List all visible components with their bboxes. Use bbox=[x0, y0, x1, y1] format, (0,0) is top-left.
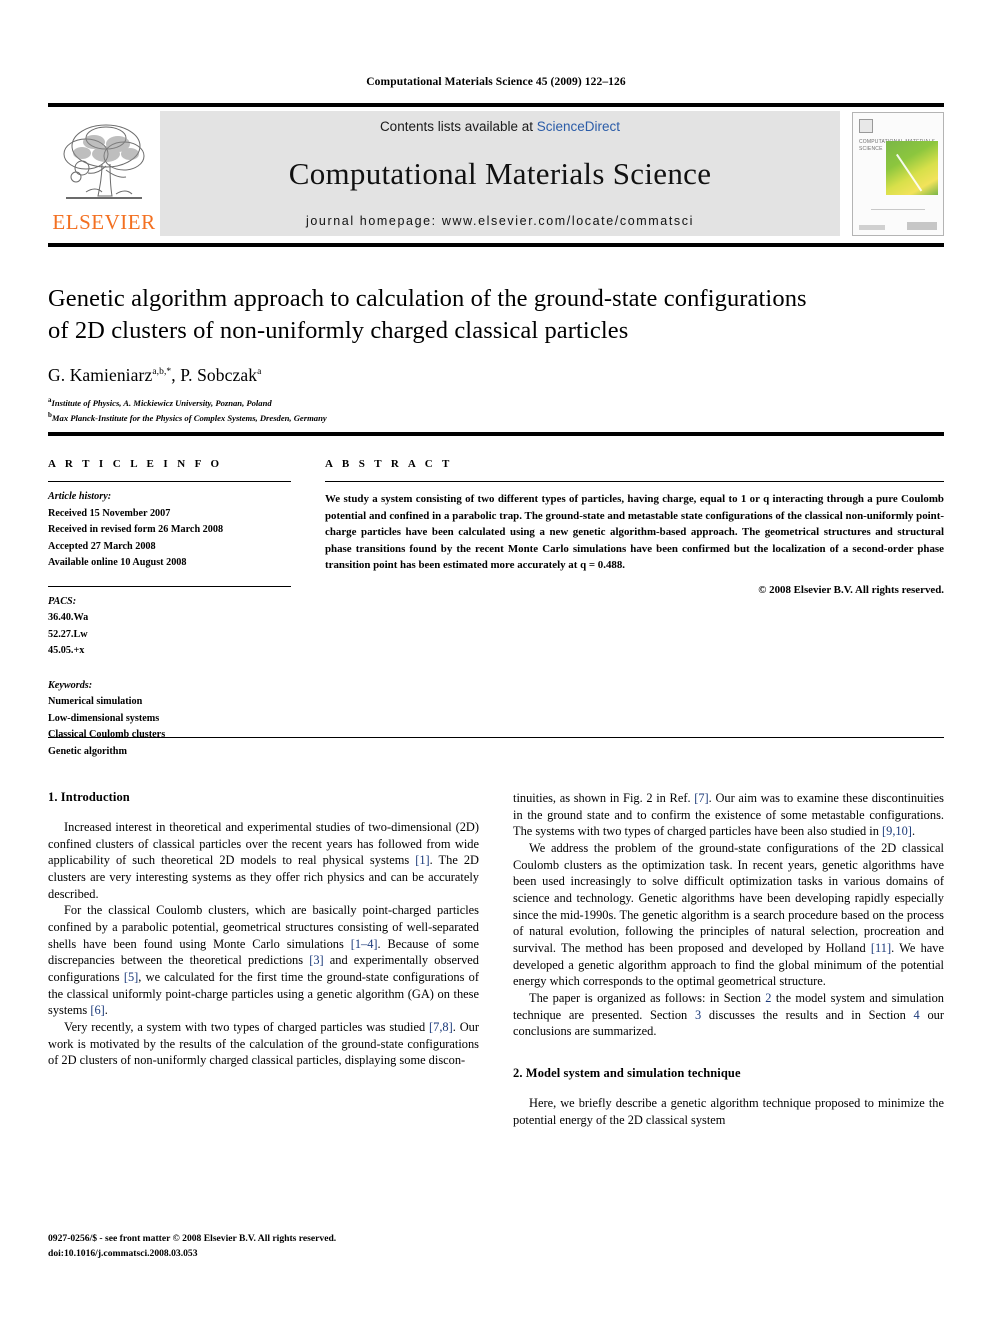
affiliation-a: aInstitute of Physics, A. Mickiewicz Uni… bbox=[48, 395, 944, 410]
affiliation-a-text: Institute of Physics, A. Mickiewicz Univ… bbox=[51, 397, 272, 408]
page-title: Genetic algorithm approach to calculatio… bbox=[48, 283, 944, 348]
doi-line[interactable]: doi:10.1016/j.commatsci.2008.03.053 bbox=[48, 1247, 336, 1262]
paragraph: Very recently, a system with two types o… bbox=[48, 1020, 479, 1068]
page-footer: 0927-0256/$ - see front matter © 2008 El… bbox=[48, 1232, 336, 1262]
citation-link[interactable]: [9,10] bbox=[882, 824, 912, 838]
paragraph: We address the problem of the ground-sta… bbox=[513, 841, 944, 989]
journal-article-page: Computational Materials Science 45 (2009… bbox=[0, 0, 992, 1323]
running-head: Computational Materials Science 45 (2009… bbox=[366, 76, 626, 88]
abstract-heading: A B S T R A C T bbox=[325, 458, 453, 470]
citation-link[interactable]: [5] bbox=[124, 970, 138, 984]
abstract-column: A B S T R A C T We study a system consis… bbox=[291, 458, 944, 760]
info-abstract-region: A R T I C L E I N F O Article history: R… bbox=[48, 458, 944, 760]
keywords-label: Keywords: bbox=[48, 679, 93, 691]
journal-cover-thumbnail[interactable]: COMPUTATIONAL MATERIALS SCIENCE bbox=[840, 111, 944, 236]
section-link[interactable]: 4 bbox=[914, 1008, 920, 1022]
journal-homepage-line[interactable]: journal homepage: www.elsevier.com/locat… bbox=[306, 214, 694, 228]
paragraph: Increased interest in theoretical and ex… bbox=[48, 820, 479, 901]
author-list: G. Kamieniarza,b,*, P. Sobczaka bbox=[48, 365, 944, 386]
contents-prefix: Contents lists available at bbox=[379, 119, 537, 134]
section-link[interactable]: 3 bbox=[695, 1008, 701, 1022]
journal-masthead: ELSEVIER Contents lists available at Sci… bbox=[48, 103, 944, 236]
keywords-block: Keywords: Numerical simulation Low-dimen… bbox=[48, 678, 291, 761]
citation-link[interactable]: [7] bbox=[694, 791, 708, 805]
author-1: G. Kamieniarz bbox=[48, 364, 153, 385]
history-item: Accepted 27 March 2008 bbox=[48, 540, 156, 552]
paragraph: The paper is organized as follows: in Se… bbox=[513, 991, 944, 1039]
keyword-item: Numerical simulation bbox=[48, 696, 143, 708]
pacs-block: PACS: 36.40.Wa 52.27.Lw 45.05.+x bbox=[48, 594, 291, 660]
citation-link[interactable]: [11] bbox=[871, 941, 891, 955]
pacs-item: 36.40.Wa bbox=[48, 612, 89, 624]
history-item: Received 15 November 2007 bbox=[48, 507, 171, 519]
section-link[interactable]: 2 bbox=[765, 991, 771, 1005]
citation-link[interactable]: [3] bbox=[309, 953, 323, 967]
keyword-item: Low-dimensional systems bbox=[48, 712, 160, 724]
affiliations: aInstitute of Physics, A. Mickiewicz Uni… bbox=[48, 395, 944, 425]
pacs-label: PACS: bbox=[48, 595, 77, 607]
article-title-line-2: of 2D clusters of non-uniformly charged … bbox=[48, 317, 629, 345]
masthead-bottom-rule bbox=[48, 243, 944, 247]
section-heading-1: 1. Introduction bbox=[48, 790, 130, 804]
abstract-heading-rule bbox=[325, 481, 944, 482]
article-title-line-1: Genetic algorithm approach to calculatio… bbox=[48, 285, 807, 312]
elsevier-wordmark: ELSEVIER bbox=[52, 210, 156, 234]
cover-artwork bbox=[886, 140, 938, 195]
article-info-heading: A R T I C L E I N F O bbox=[48, 458, 223, 470]
article-history-label: Article history: bbox=[48, 491, 112, 502]
abstract-copyright: © 2008 Elsevier B.V. All rights reserved… bbox=[758, 583, 944, 596]
body-column-left: 1. Introduction Increased interest in th… bbox=[48, 790, 479, 1128]
citation-link[interactable]: [7,8] bbox=[429, 1020, 453, 1034]
cover-footer-bar-left bbox=[859, 224, 885, 230]
sciencedirect-link[interactable]: ScienceDirect bbox=[537, 119, 620, 134]
affiliation-b-text: Max Planck-Institute for the Physics of … bbox=[51, 412, 327, 423]
contents-available-line: Contents lists available at ScienceDirec… bbox=[380, 119, 620, 134]
keyword-item: Classical Coulomb clusters bbox=[48, 729, 166, 741]
history-item: Available online 10 August 2008 bbox=[48, 557, 187, 569]
journal-title: Computational Materials Science bbox=[288, 156, 712, 191]
article-body: 1. Introduction Increased interest in th… bbox=[48, 790, 944, 1128]
author-1-affil-marker[interactable]: a,b,* bbox=[152, 367, 171, 377]
author-2: , P. Sobczak bbox=[171, 364, 258, 385]
citation-link[interactable]: [1] bbox=[415, 853, 429, 867]
masthead-banner: Contents lists available at ScienceDirec… bbox=[160, 111, 840, 236]
cover-divider bbox=[871, 208, 925, 210]
affiliation-b: bMax Planck-Institute for the Physics of… bbox=[48, 410, 944, 425]
title-bottom-rule bbox=[48, 432, 944, 436]
citation-link[interactable]: [6] bbox=[90, 1003, 104, 1017]
paragraph: tinuities, as shown in Fig. 2 in Ref. [7… bbox=[513, 791, 944, 839]
article-title-block: Genetic algorithm approach to calculatio… bbox=[48, 283, 944, 425]
section-heading-2: 2. Model system and simulation technique bbox=[513, 1066, 741, 1081]
keyword-item: Genetic algorithm bbox=[48, 745, 127, 757]
body-column-right: tinuities, as shown in Fig. 2 in Ref. [7… bbox=[513, 790, 944, 1128]
abstract-text: We study a system consisting of two diff… bbox=[325, 493, 944, 572]
cover-elsevier-mark-icon bbox=[859, 118, 873, 133]
article-history-block: Article history: Received 15 November 20… bbox=[48, 489, 291, 572]
author-2-affil-marker[interactable]: a bbox=[257, 367, 261, 377]
elsevier-tree-icon bbox=[63, 124, 145, 199]
pacs-item: 52.27.Lw bbox=[48, 628, 88, 640]
cover-footer-bar-right bbox=[907, 221, 937, 230]
abstract-bottom-rule bbox=[48, 737, 944, 738]
history-item: Received in revised form 26 March 2008 bbox=[48, 524, 224, 536]
paragraph: For the classical Coulomb clusters, whic… bbox=[48, 903, 480, 1018]
article-info-divider-1 bbox=[48, 585, 291, 587]
paragraph: Here, we briefly describe a genetic algo… bbox=[513, 1096, 944, 1127]
cover-footer bbox=[859, 221, 937, 230]
cover-image: COMPUTATIONAL MATERIALS SCIENCE bbox=[852, 111, 944, 236]
citation-link[interactable]: [1–4] bbox=[351, 937, 378, 951]
article-info-column: A R T I C L E I N F O Article history: R… bbox=[48, 458, 291, 760]
article-info-heading-rule bbox=[48, 481, 291, 482]
issn-copyright-line: 0927-0256/$ - see front matter © 2008 El… bbox=[48, 1233, 337, 1244]
elsevier-logo: ELSEVIER bbox=[48, 107, 160, 236]
pacs-item: 45.05.+x bbox=[48, 645, 85, 657]
